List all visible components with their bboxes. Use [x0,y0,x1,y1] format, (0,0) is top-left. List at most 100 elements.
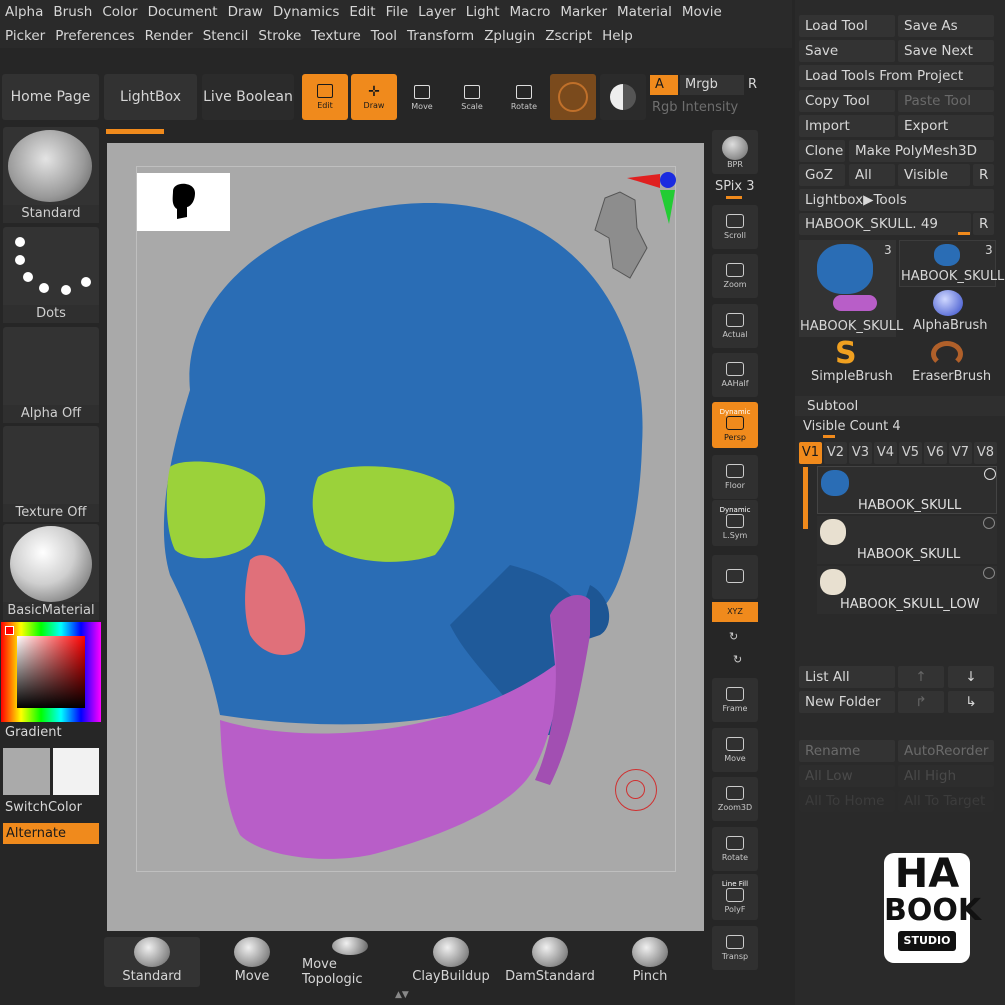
visible-count-slider[interactable]: Visible Count 4 [799,417,994,437]
aahalf-button[interactable]: AAHalf [712,353,758,397]
all-high-button[interactable]: All High [898,765,994,787]
visibility-eye-icon[interactable] [983,567,995,579]
transp-button[interactable]: Transp [712,926,758,970]
actual-button[interactable]: Actual [712,304,758,348]
all-low-button[interactable]: All Low [799,765,895,787]
load-tools-from-project-button[interactable]: Load Tools From Project [799,65,994,87]
visibility-eye-icon[interactable] [983,517,995,529]
menu-tool[interactable]: Tool [366,24,402,48]
tool-thumb-skull-small[interactable]: 3 HABOOK_SKULL [899,240,1004,287]
rgb-intensity-slider[interactable]: Rgb Intensity [650,98,770,118]
subtool-tab-v6[interactable]: V6 [924,442,947,464]
gradient-label[interactable]: Gradient [5,725,62,740]
move-down-arrow-icon[interactable]: ↓ [948,666,994,688]
paste-tool-button[interactable]: Paste Tool [898,90,994,112]
lightbox-tools-button[interactable]: Lightbox▶Tools [799,189,994,211]
menu-texture[interactable]: Texture [306,24,365,48]
tool-simplebrush[interactable]: S SimpleBrush [799,339,896,386]
subtool-tab-v5[interactable]: V5 [899,442,922,464]
menu-picker[interactable]: Picker [0,24,50,48]
goz-all-button[interactable]: All [849,164,895,186]
brush-claybuildup[interactable]: ClayBuildup [403,937,499,987]
menu-stencil[interactable]: Stencil [198,24,254,48]
rotate-mode-button[interactable]: Rotate [502,78,546,118]
brush-move-topological[interactable]: Move Topologic [302,937,398,987]
bpr-button[interactable]: BPR [712,130,758,174]
goz-button[interactable]: GoZ [799,164,845,186]
menu-brush[interactable]: Brush [48,0,97,24]
save-button[interactable]: Save [799,40,895,62]
menu-stroke[interactable]: Stroke [253,24,306,48]
subtool-tab-v3[interactable]: V3 [849,442,872,464]
stroke-picker[interactable]: Dots [3,227,99,323]
brush-damstandard[interactable]: DamStandard [502,937,598,987]
menu-draw[interactable]: Draw [223,0,268,24]
new-folder-button[interactable]: New Folder [799,691,895,713]
subtool-item[interactable]: HABOOK_SKULL [817,466,997,514]
current-tool-r-button[interactable]: R [973,213,994,235]
skull-model[interactable] [150,195,650,875]
rotate-z-icon[interactable]: ↻ [733,653,742,666]
secondary-color-swatch[interactable] [3,748,50,795]
lock-button[interactable] [712,555,758,599]
move-up-arrow-icon[interactable]: ↑ [898,666,944,688]
menu-transform[interactable]: Transform [402,24,479,48]
move-mode-button[interactable]: Move [400,78,444,118]
menu-marker[interactable]: Marker [555,0,612,24]
main-color-swatch[interactable] [53,748,99,795]
mrgb-toggle[interactable]: Mrgb [680,75,744,95]
lightbox-button[interactable]: LightBox [104,74,197,120]
autoreorder-button[interactable]: AutoReorder [898,740,994,762]
switchcolor-button[interactable]: SwitchColor [5,800,82,815]
r-toggle[interactable]: R [748,75,766,95]
save-as-button[interactable]: Save As [898,15,994,37]
subtool-scrollbar[interactable] [803,467,808,529]
menu-dynamics[interactable]: Dynamics [268,0,345,24]
floor-button[interactable]: Floor [712,455,758,499]
brush-pinch[interactable]: Pinch [602,937,698,987]
clone-button[interactable]: Clone [799,140,845,162]
subtool-tab-v2[interactable]: V2 [824,442,847,464]
goz-r-button[interactable]: R [973,164,994,186]
menu-macro[interactable]: Macro [505,0,556,24]
subtool-tab-v7[interactable]: V7 [949,442,972,464]
import-button[interactable]: Import [799,115,895,137]
save-next-button[interactable]: Save Next [898,40,994,62]
material-picker[interactable]: BasicMaterial [3,524,99,620]
alpha-channel-toggle[interactable]: A [650,75,678,95]
persp-button[interactable]: Dynamic Persp [712,402,758,448]
export-button[interactable]: Export [898,115,994,137]
subtool-item[interactable]: HABOOK_SKULL_LOW [817,566,997,614]
xyz-button[interactable]: XYZ [712,602,758,622]
move-view-button[interactable]: Move [712,728,758,772]
polyf-button[interactable]: Line Fill PolyF [712,874,758,920]
color-picker[interactable] [1,622,101,722]
make-polymesh-button[interactable]: Make PolyMesh3D [849,140,994,162]
move-to-folder-icon[interactable]: ↱ [898,691,944,713]
menu-help[interactable]: Help [597,24,638,48]
rotate-view-button[interactable]: Rotate [712,827,758,871]
visibility-eye-icon[interactable] [984,468,996,480]
menu-document[interactable]: Document [143,0,223,24]
yin-yang-button[interactable] [600,74,646,120]
copy-tool-button[interactable]: Copy Tool [799,90,895,112]
all-to-home-button[interactable]: All To Home [799,790,895,812]
rotate-y-icon[interactable]: ↻ [729,630,738,643]
tool-eraserbrush[interactable]: EraserBrush [899,339,996,386]
brush-move[interactable]: Move [204,937,300,987]
texture-picker[interactable]: Texture Off [3,426,99,522]
menu-zscript[interactable]: Zscript [540,24,597,48]
all-to-target-button[interactable]: All To Target [898,790,994,812]
zoom3d-button[interactable]: Zoom3D [712,777,758,821]
rename-button[interactable]: Rename [799,740,895,762]
subtool-tab-v1[interactable]: V1 [799,442,822,464]
menu-movie[interactable]: Movie [677,0,727,24]
move-out-folder-icon[interactable]: ↳ [948,691,994,713]
menu-edit[interactable]: Edit [344,0,380,24]
color-sv-square[interactable] [17,636,85,708]
menu-color[interactable]: Color [97,0,142,24]
menu-file[interactable]: File [381,0,414,24]
tool-thumb-skull-main[interactable]: 3 HABOOK_SKULL [799,240,903,337]
spix-slider[interactable]: SPix 3 [715,179,755,194]
lsym-button[interactable]: Dynamic L.Sym [712,500,758,546]
